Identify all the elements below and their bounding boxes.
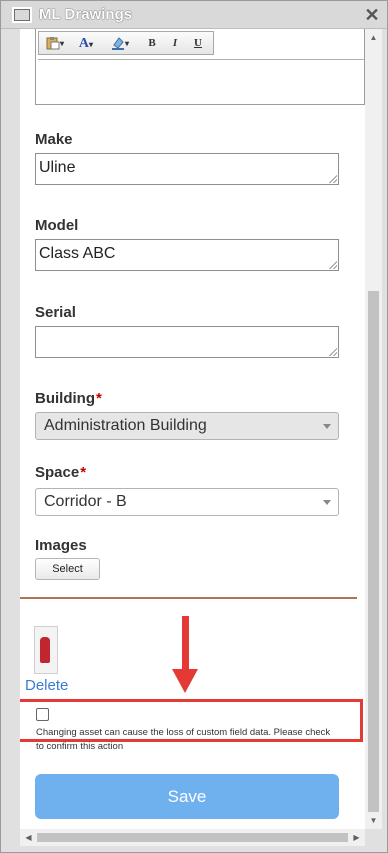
paste-icon — [46, 37, 60, 50]
space-select[interactable]: Corridor - B — [35, 488, 339, 516]
window-title: ML Drawings — [39, 6, 133, 23]
scroll-down-icon[interactable]: ▼ — [365, 812, 382, 829]
dropdown-arrow-icon: ▾ — [59, 39, 64, 48]
paste-button[interactable]: ▾ — [42, 35, 68, 52]
building-select[interactable]: Administration Building — [35, 412, 339, 440]
vertical-scrollbar[interactable]: ▲ ▼ — [365, 29, 382, 829]
model-label: Model — [35, 217, 79, 234]
scrollbar-corner — [365, 829, 382, 846]
window-icon — [12, 7, 32, 23]
space-selected-value: Corridor - B — [44, 493, 127, 510]
annotation-arrow-icon — [172, 669, 198, 693]
section-divider — [20, 597, 357, 599]
dropdown-arrow-icon: ▾ — [124, 39, 129, 48]
rich-text-editor: ▾ A▾ ▾ B I U — [35, 29, 365, 105]
delete-image-link[interactable]: Delete — [25, 677, 68, 694]
resize-grip-icon[interactable] — [329, 175, 337, 183]
confirm-warning-text: Changing asset can cause the loss of cus… — [36, 727, 331, 752]
image-thumbnail[interactable] — [34, 626, 58, 674]
required-marker: * — [96, 390, 102, 407]
highlight-button[interactable]: ▾ — [105, 35, 135, 52]
space-label-text: Space — [35, 464, 80, 481]
horizontal-scroll-thumb[interactable] — [37, 833, 348, 842]
serial-field[interactable] — [35, 326, 339, 358]
save-button[interactable]: Save — [35, 774, 339, 819]
fire-extinguisher-icon — [40, 637, 50, 663]
form-panel: ▾ A▾ ▾ B I U Make Uline Model Class ABC … — [20, 29, 365, 829]
dropdown-arrow-icon: ▾ — [89, 40, 94, 49]
building-selected-value: Administration Building — [44, 417, 207, 434]
make-label: Make — [35, 131, 73, 148]
scroll-right-icon[interactable]: ▶ — [348, 829, 365, 846]
horizontal-scrollbar[interactable]: ◀ ▶ — [20, 829, 365, 846]
images-label: Images — [35, 537, 87, 554]
model-field[interactable]: Class ABC — [35, 239, 339, 271]
font-color-button[interactable]: A▾ — [73, 35, 99, 52]
make-field[interactable]: Uline — [35, 153, 339, 185]
confirm-checkbox[interactable] — [36, 708, 49, 721]
bold-button[interactable]: B — [143, 35, 161, 52]
font-color-icon: A — [78, 36, 90, 51]
editor-toolbar: ▾ A▾ ▾ B I U — [38, 31, 214, 55]
underline-button[interactable]: U — [189, 35, 207, 52]
space-label: Space* — [35, 464, 86, 481]
resize-grip-icon[interactable] — [329, 261, 337, 269]
annotation-arrow-shaft — [182, 616, 189, 671]
editor-text-area[interactable] — [38, 59, 364, 101]
select-image-button[interactable]: Select — [35, 558, 100, 580]
italic-button[interactable]: I — [166, 35, 184, 52]
highlight-icon — [111, 37, 124, 51]
required-marker: * — [80, 464, 87, 481]
scroll-left-icon[interactable]: ◀ — [20, 829, 37, 846]
dialog-window: ML Drawings ✕ ▾ A▾ ▾ B I U Make Uline Mo… — [0, 0, 388, 853]
chevron-down-icon — [323, 424, 331, 429]
chevron-down-icon — [323, 500, 331, 505]
model-value: Class ABC — [39, 245, 116, 262]
serial-label: Serial — [35, 304, 76, 321]
close-icon[interactable]: ✕ — [361, 4, 383, 26]
building-label-text: Building — [35, 390, 95, 407]
resize-grip-icon[interactable] — [329, 348, 337, 356]
building-label: Building* — [35, 390, 102, 407]
title-bar[interactable]: ML Drawings ✕ — [1, 1, 387, 29]
scroll-up-icon[interactable]: ▲ — [365, 29, 382, 46]
make-value: Uline — [39, 159, 76, 176]
vertical-scroll-thumb[interactable] — [368, 291, 379, 812]
